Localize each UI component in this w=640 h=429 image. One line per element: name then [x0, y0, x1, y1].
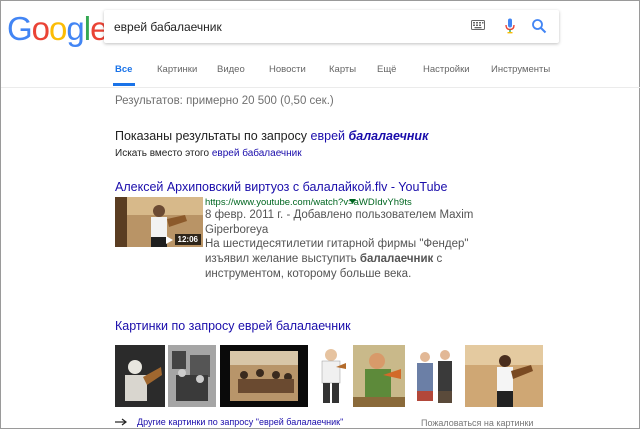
play-icon	[166, 236, 173, 244]
microphone-icon[interactable]	[505, 18, 515, 34]
search-tabs: Все Картинки Видео Новости Карты Ещё Нас…	[1, 59, 640, 88]
more-images-link[interactable]: Другие картинки по запросу "еврей балала…	[137, 417, 343, 427]
image-thumbnail[interactable]	[220, 345, 308, 407]
original-query-link[interactable]: еврей бабалаечник	[212, 148, 302, 159]
tab-tools[interactable]: Инструменты	[491, 64, 550, 75]
result-snippet: На шестидесятилетии гитарной фирмы "Фенд…	[205, 237, 505, 282]
search-box	[104, 10, 559, 43]
google-logo[interactable]: Google	[7, 10, 108, 47]
image-thumbnail[interactable]	[115, 345, 165, 407]
tab-more[interactable]: Ещё	[377, 64, 396, 75]
showing-results-for: Показаны результаты по запросу еврей бал…	[115, 129, 428, 143]
logo-letter: o	[31, 10, 50, 47]
result-title-link[interactable]: Алексей Архиповский виртуоз с балалайкой…	[115, 180, 447, 194]
active-tab-indicator	[113, 83, 135, 86]
image-thumbnail[interactable]	[314, 345, 348, 407]
keyboard-icon[interactable]	[471, 20, 485, 30]
instead-prefix: Искать вместо этого	[115, 148, 212, 159]
tab-settings[interactable]: Настройки	[423, 64, 470, 75]
image-thumbnail-picture	[353, 345, 405, 407]
snippet-bold: балалаечник	[359, 253, 434, 265]
result-date-author: 8 февр. 2011 г. - Добавлено пользователе…	[205, 209, 474, 236]
image-thumbnail-picture	[409, 345, 461, 407]
showing-prefix: Показаны результаты по запросу	[115, 129, 311, 143]
tab-news[interactable]: Новости	[269, 64, 306, 75]
corrected-bold: балалаечник	[348, 129, 429, 143]
url-dropdown-icon[interactable]	[349, 199, 356, 204]
corrected-query-link[interactable]: еврей балалаечник	[311, 129, 429, 143]
images-section-title[interactable]: Картинки по запросу еврей балалаечник	[115, 319, 351, 333]
tab-all[interactable]: Все	[115, 64, 132, 75]
image-thumbnail-picture	[220, 345, 308, 407]
search-input[interactable]	[112, 15, 456, 39]
image-thumbnail-picture	[115, 345, 165, 407]
image-thumbnail-picture	[168, 345, 216, 407]
image-thumbnail[interactable]	[465, 345, 543, 407]
result-stats: Результатов: примерно 20 500 (0,50 сек.)	[115, 95, 334, 107]
tab-video[interactable]: Видео	[217, 64, 245, 75]
result-url: https://www.youtube.com/watch?v=aWDIdvYh…	[205, 197, 412, 208]
video-thumbnail[interactable]: 12:06	[115, 197, 203, 247]
corrected-plain: еврей	[310, 129, 346, 143]
video-duration: 12:06	[174, 234, 201, 245]
logo-letter: o	[49, 10, 67, 47]
logo-letter: g	[66, 10, 84, 47]
search-instead: Искать вместо этого еврей бабалаечник	[115, 148, 302, 159]
image-thumbnail-picture	[465, 345, 543, 407]
tab-images[interactable]: Картинки	[157, 64, 197, 75]
report-images-link[interactable]: Пожаловаться на картинки	[421, 418, 533, 428]
image-thumbnail[interactable]	[353, 345, 405, 407]
logo-letter: G	[7, 10, 33, 47]
image-thumbnail[interactable]	[168, 345, 216, 407]
tab-maps[interactable]: Карты	[329, 64, 356, 75]
arrow-right-icon	[115, 418, 127, 426]
image-thumbnail[interactable]	[409, 345, 461, 407]
image-thumbnail-picture	[314, 345, 348, 407]
search-icon[interactable]	[531, 18, 547, 34]
